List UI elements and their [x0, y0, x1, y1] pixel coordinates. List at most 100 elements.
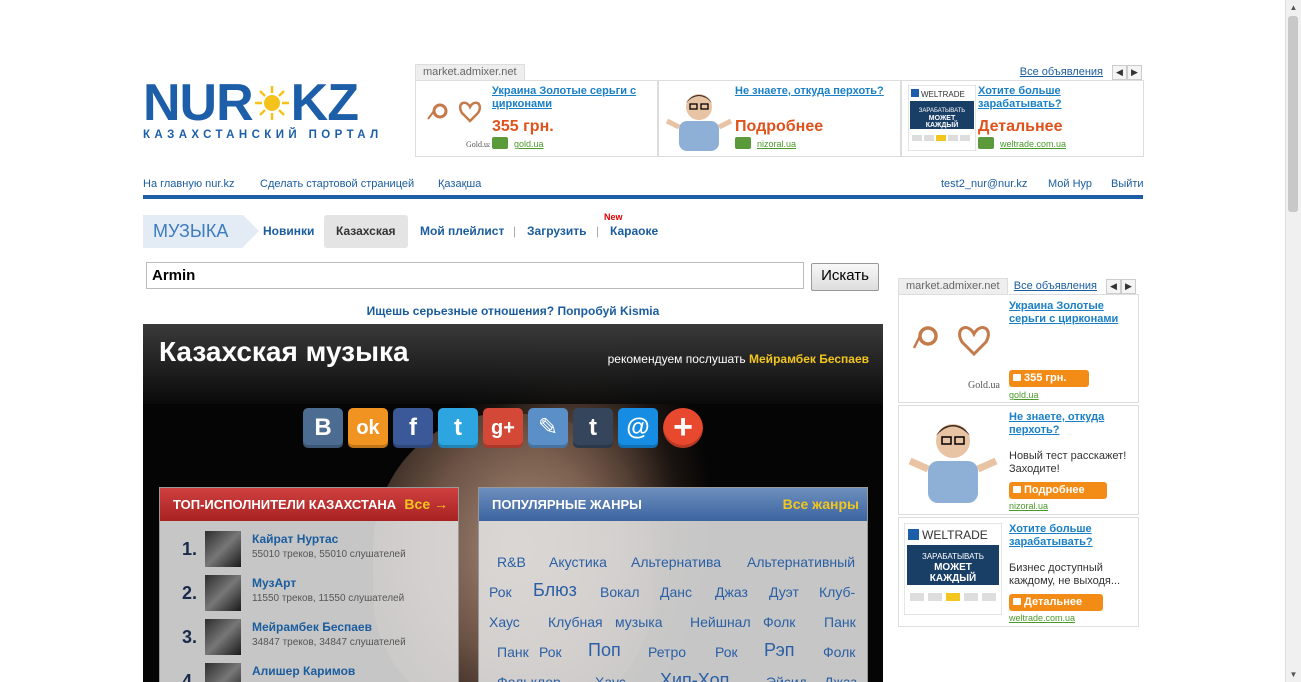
scroll-thumb[interactable] — [1288, 16, 1298, 212]
artist-avatar[interactable] — [205, 575, 241, 611]
all-genres-link[interactable]: Все жанры — [783, 488, 859, 521]
ad-title[interactable]: Украина Золотые серьги с цирконами — [492, 85, 652, 111]
genre-tag[interactable]: музыка — [615, 614, 662, 630]
artist-row[interactable]: 2. МузАрт 11550 треков, 11550 слушателей — [160, 575, 458, 615]
ad-more-button[interactable]: Подробнее — [1009, 482, 1107, 499]
right-ad-gold[interactable]: Gold.ua Украина Золотые серьги с циркона… — [898, 294, 1139, 403]
genre-tag[interactable]: Панк — [824, 614, 856, 630]
tumblr-share-icon[interactable]: t — [573, 408, 613, 448]
scroll-down-arrow-icon[interactable]: ▼ — [1288, 669, 1299, 680]
logout-link[interactable]: Выйти — [1111, 178, 1144, 190]
my-nur-link[interactable]: Мой Нур — [1048, 178, 1092, 190]
ad-cta[interactable]: Детальнее — [978, 118, 1062, 136]
genre-tag[interactable]: Эйсид — [766, 674, 807, 682]
tab-karaoke[interactable]: Караоке — [610, 224, 658, 238]
genre-tag[interactable]: R&B — [497, 554, 526, 570]
ad-next-icon[interactable]: ▶ — [1127, 65, 1142, 80]
kazakh-lang-link[interactable]: Қазақша — [438, 178, 481, 190]
user-email-link[interactable]: test2_nur@nur.kz — [941, 178, 1027, 190]
artist-name[interactable]: Мейрамбек Беспаев — [252, 620, 372, 634]
ad-source[interactable]: gold.ua — [1009, 390, 1039, 400]
right-ad-nizoral[interactable]: Не знаете, откуда перхоть? Новый тест ра… — [898, 405, 1139, 515]
ad-network-tab[interactable]: market.admixer.net — [898, 278, 1008, 295]
top-ad-gold[interactable]: Gold.ua Украина Золотые серьги с циркона… — [415, 80, 658, 157]
artist-name[interactable]: МузАрт — [252, 576, 296, 590]
scroll-up-arrow-icon[interactable]: ▲ — [1288, 2, 1299, 13]
recommended-artist-link[interactable]: Мейрамбек Беспаев — [749, 352, 869, 366]
tab-new[interactable]: Новинки — [263, 224, 314, 238]
genre-tag[interactable]: Хаус — [489, 614, 520, 630]
ad-source[interactable]: weltrade.com.ua — [978, 137, 1066, 149]
ad-prev-icon[interactable]: ◀ — [1106, 279, 1121, 294]
ad-title[interactable]: Не знаете, откуда перхоть? — [1009, 411, 1134, 437]
artist-avatar[interactable] — [205, 531, 241, 567]
facebook-share-icon[interactable]: f — [393, 408, 433, 448]
genre-tag[interactable]: Альтернатива — [631, 554, 721, 570]
artist-name[interactable]: Алишер Каримов — [252, 664, 355, 678]
genre-tag[interactable]: Ретро — [648, 644, 686, 660]
genre-tag[interactable]: Нейшнал — [690, 614, 751, 630]
search-button[interactable]: Искать — [811, 263, 879, 291]
livejournal-share-icon[interactable]: ✎ — [528, 408, 568, 448]
ad-source[interactable]: nizoral.ua — [735, 137, 796, 149]
all-ads-link[interactable]: Все объявления — [1020, 66, 1103, 78]
ad-price-button[interactable]: 355 грн. — [1009, 370, 1089, 387]
ad-more-button[interactable]: Детальнее — [1009, 594, 1103, 611]
genre-tag[interactable]: Джаз — [715, 584, 748, 600]
ad-title[interactable]: Не знаете, откуда перхоть? — [735, 85, 895, 98]
genre-tag[interactable]: Фольклор — [497, 674, 561, 682]
genre-tag[interactable]: Клубная — [548, 614, 603, 630]
tab-kazakh[interactable]: Казахская — [336, 224, 396, 238]
genre-tag[interactable]: Блюз — [533, 580, 577, 601]
promo-link[interactable]: Ищешь серьезные отношения? Попробуй Kism… — [143, 304, 883, 318]
genre-tag[interactable]: Альтернативный — [747, 554, 855, 570]
top-ad-weltrade[interactable]: WELTRADE ЗАРАБАТЫВАТЬ МОЖЕТ КАЖДЫЙ Хотит… — [901, 80, 1144, 157]
tab-upload[interactable]: Загрузить — [527, 224, 586, 238]
genre-tag[interactable]: Хип-Хоп — [660, 670, 729, 682]
ad-prev-icon[interactable]: ◀ — [1112, 65, 1127, 80]
genre-tag[interactable]: Данс — [660, 584, 692, 600]
ad-cta[interactable]: Подробнее — [735, 118, 823, 136]
genre-tag[interactable]: Хаус — [595, 674, 626, 682]
top-ad-nizoral[interactable]: Не знаете, откуда перхоть? Подробнее niz… — [658, 80, 901, 157]
genre-tag[interactable]: Рэп — [764, 640, 795, 661]
genre-tag[interactable]: Фолк — [763, 614, 795, 630]
googleplus-share-icon[interactable]: g+ — [483, 408, 523, 448]
mailru-share-icon[interactable]: @ — [618, 408, 658, 448]
ad-network-tab[interactable]: market.admixer.net — [415, 64, 525, 81]
genre-tag[interactable]: Дуэт — [769, 584, 799, 600]
genre-tag[interactable]: Джаз — [824, 674, 857, 682]
genre-tag[interactable]: Рок — [715, 644, 738, 660]
ad-title[interactable]: Хотите больше зарабатывать? — [978, 85, 1138, 111]
all-ads-link[interactable]: Все объявления — [1014, 280, 1097, 292]
ad-source[interactable]: weltrade.com.ua — [1009, 613, 1075, 623]
artist-name[interactable]: Кайрат Нуртас — [252, 532, 338, 546]
vk-share-icon[interactable]: B — [303, 408, 343, 448]
music-section-tab[interactable]: МУЗЫКА — [143, 215, 259, 248]
search-input[interactable] — [146, 262, 804, 289]
artist-row[interactable]: 3. Мейрамбек Беспаев 34847 треков, 34847… — [160, 619, 458, 659]
genre-tag[interactable]: Поп — [588, 640, 621, 661]
more-share-icon[interactable]: + — [663, 408, 703, 448]
ad-source[interactable]: gold.ua — [492, 137, 544, 149]
genre-tag[interactable]: Панк — [497, 644, 529, 660]
twitter-share-icon[interactable]: t — [438, 408, 478, 448]
tab-my-playlist[interactable]: Мой плейлист — [420, 224, 504, 238]
ad-source[interactable]: nizoral.ua — [1009, 501, 1048, 511]
ad-title[interactable]: Украина Золотые серьги с цирконами — [1009, 300, 1134, 326]
ad-next-icon[interactable]: ▶ — [1121, 279, 1136, 294]
genre-tag[interactable]: Рок — [539, 644, 562, 660]
artist-avatar[interactable] — [205, 663, 241, 682]
all-artists-link[interactable]: Все → — [404, 488, 448, 521]
genre-tag[interactable]: Фолк — [823, 644, 855, 660]
artist-row[interactable]: 4. Алишер Каримов — [160, 663, 458, 682]
right-ad-weltrade[interactable]: WELTRADE ЗАРАБАТЫВАТЬ МОЖЕТ КАЖДЫЙ Хотит… — [898, 517, 1139, 627]
page-scrollbar[interactable]: ▲ ▼ — [1285, 0, 1301, 682]
make-start-link[interactable]: Сделать стартовой страницей — [260, 178, 414, 190]
genre-tag[interactable]: Вокал — [600, 584, 640, 600]
site-logo[interactable]: NUR KZ КАЗАХСТАНСКИЙ ПОРТАЛ — [143, 77, 383, 141]
genre-tag[interactable]: Акустика — [549, 554, 607, 570]
odnoklassniki-share-icon[interactable]: ok — [348, 408, 388, 448]
ad-title[interactable]: Хотите больше зарабатывать? — [1009, 523, 1134, 549]
ad-price[interactable]: 355 грн. — [492, 118, 554, 136]
